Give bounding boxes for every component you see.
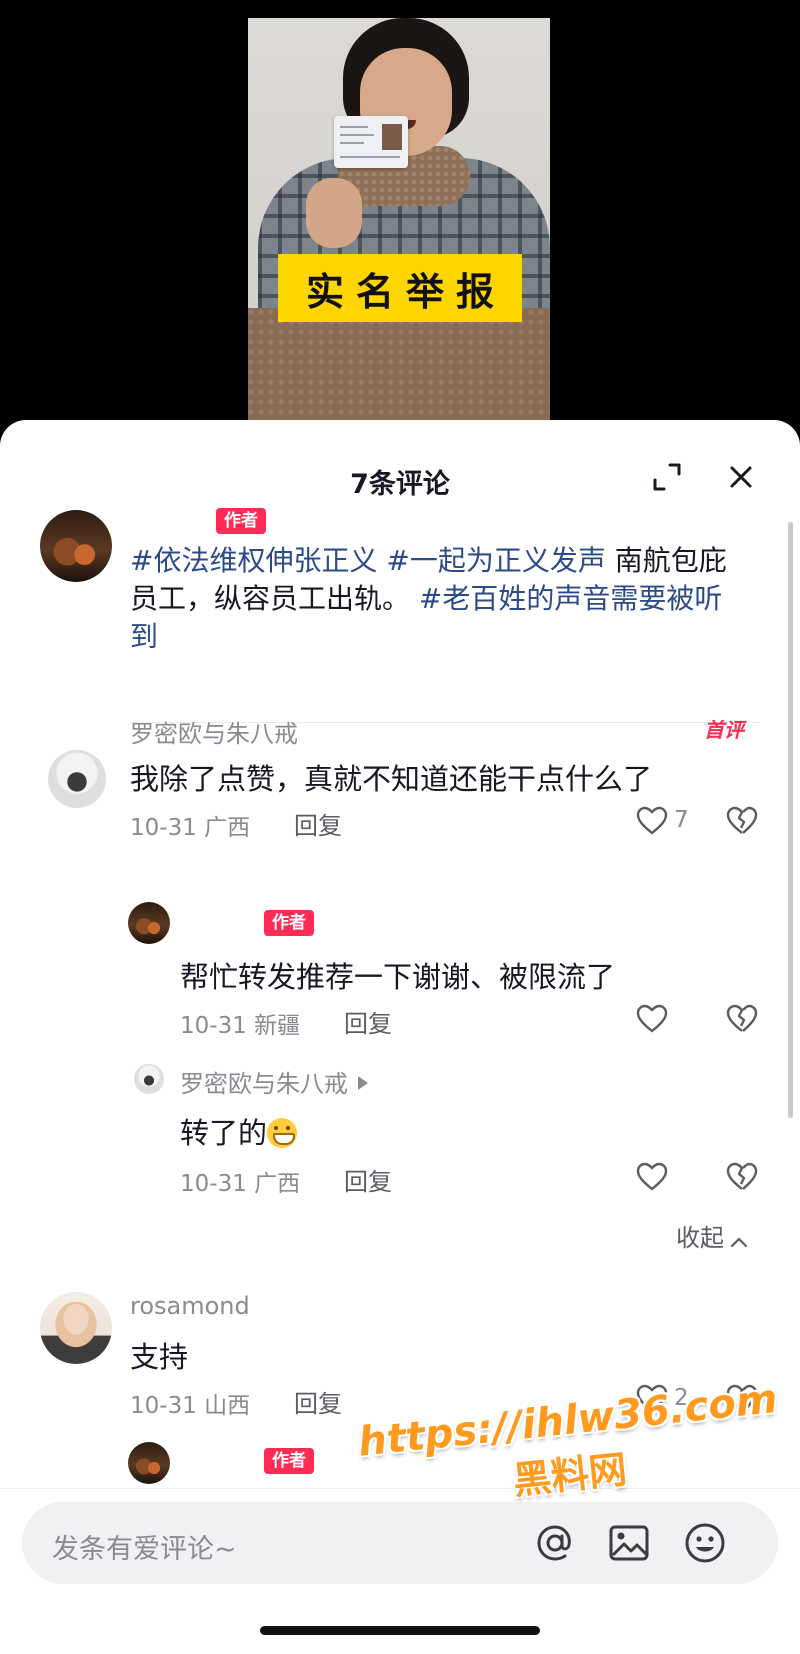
image-icon[interactable] (606, 1520, 652, 1566)
emoji-icon[interactable] (682, 1520, 728, 1566)
comment-input-placeholder: 发条有爱评论~ (52, 1534, 237, 1565)
reply-button[interactable]: 回复 (294, 806, 342, 841)
video-banner-caption: 实名举报 (278, 254, 522, 322)
reply-meta: 10-31 新疆 (180, 1013, 301, 1039)
like-count: 7 (674, 807, 689, 833)
reply-text: 转了的 (180, 1110, 298, 1152)
commenter-avatar[interactable] (40, 1292, 112, 1364)
collapse-replies-button[interactable]: 收起 (676, 1218, 748, 1253)
reply-username[interactable]: 罗密欧与朱八戒 (180, 1064, 368, 1099)
close-icon[interactable] (724, 460, 758, 494)
reply-button[interactable]: 回复 (294, 1384, 342, 1419)
reply-button[interactable]: 回复 (344, 1162, 392, 1197)
reply-meta: 10-31 广西 (180, 1171, 301, 1197)
reply-author-avatar[interactable] (128, 902, 170, 944)
home-indicator[interactable] (260, 1626, 540, 1635)
dislike-broken-heart-icon[interactable] (726, 1004, 758, 1034)
id-card-image (334, 116, 408, 168)
post-caption: #依法维权伸张正义 #一起为正义发声 南航包庇员工，纵容员工出轨。 #老百姓的声… (130, 542, 750, 656)
first-comment-badge: 首评 (704, 718, 744, 742)
reply-button[interactable]: 回复 (344, 1004, 392, 1039)
author-tag: 作者 (264, 1448, 314, 1474)
comment-username[interactable]: 罗密欧与朱八戒 (130, 714, 298, 749)
video-frame (248, 18, 550, 440)
reply-to-arrow-icon (358, 1076, 368, 1090)
commenter-avatar[interactable] (48, 750, 106, 808)
dislike-broken-heart-icon[interactable] (726, 806, 758, 836)
reply-author-avatar[interactable] (128, 1442, 170, 1484)
author-avatar[interactable] (40, 510, 112, 582)
scrollbar[interactable] (788, 522, 793, 1118)
author-tag: 作者 (264, 910, 314, 936)
comment-username[interactable]: rosamond (130, 1292, 250, 1320)
like-heart-icon[interactable] (636, 1004, 668, 1034)
mention-at-icon[interactable] (532, 1520, 578, 1566)
hashtag-link[interactable]: #依法维权伸张正义 (130, 544, 377, 577)
grin-emoji-icon (267, 1118, 298, 1148)
like-heart-icon[interactable] (636, 1162, 668, 1192)
video-figure-hand (306, 178, 362, 248)
hashtag-link[interactable]: #一起为正义发声 (386, 544, 605, 577)
comment-meta: 10-31 广西 (130, 815, 251, 841)
reply-text: 帮忙转发推荐一下谢谢、被限流了 (180, 960, 616, 994)
comment-text: 支持 (130, 1340, 189, 1374)
comment-meta: 10-31 山西 (130, 1393, 251, 1419)
expand-icon[interactable] (650, 460, 684, 494)
dislike-broken-heart-icon[interactable] (726, 1162, 758, 1192)
reply-commenter-avatar[interactable] (134, 1064, 164, 1094)
chevron-up-icon (730, 1237, 748, 1248)
comment-text: 我除了点赞，真就不知道还能干点什么了 (130, 762, 653, 796)
like-heart-icon[interactable] (636, 806, 668, 836)
author-tag: 作者 (216, 508, 266, 534)
video-player[interactable]: 实名举报 (0, 0, 800, 440)
